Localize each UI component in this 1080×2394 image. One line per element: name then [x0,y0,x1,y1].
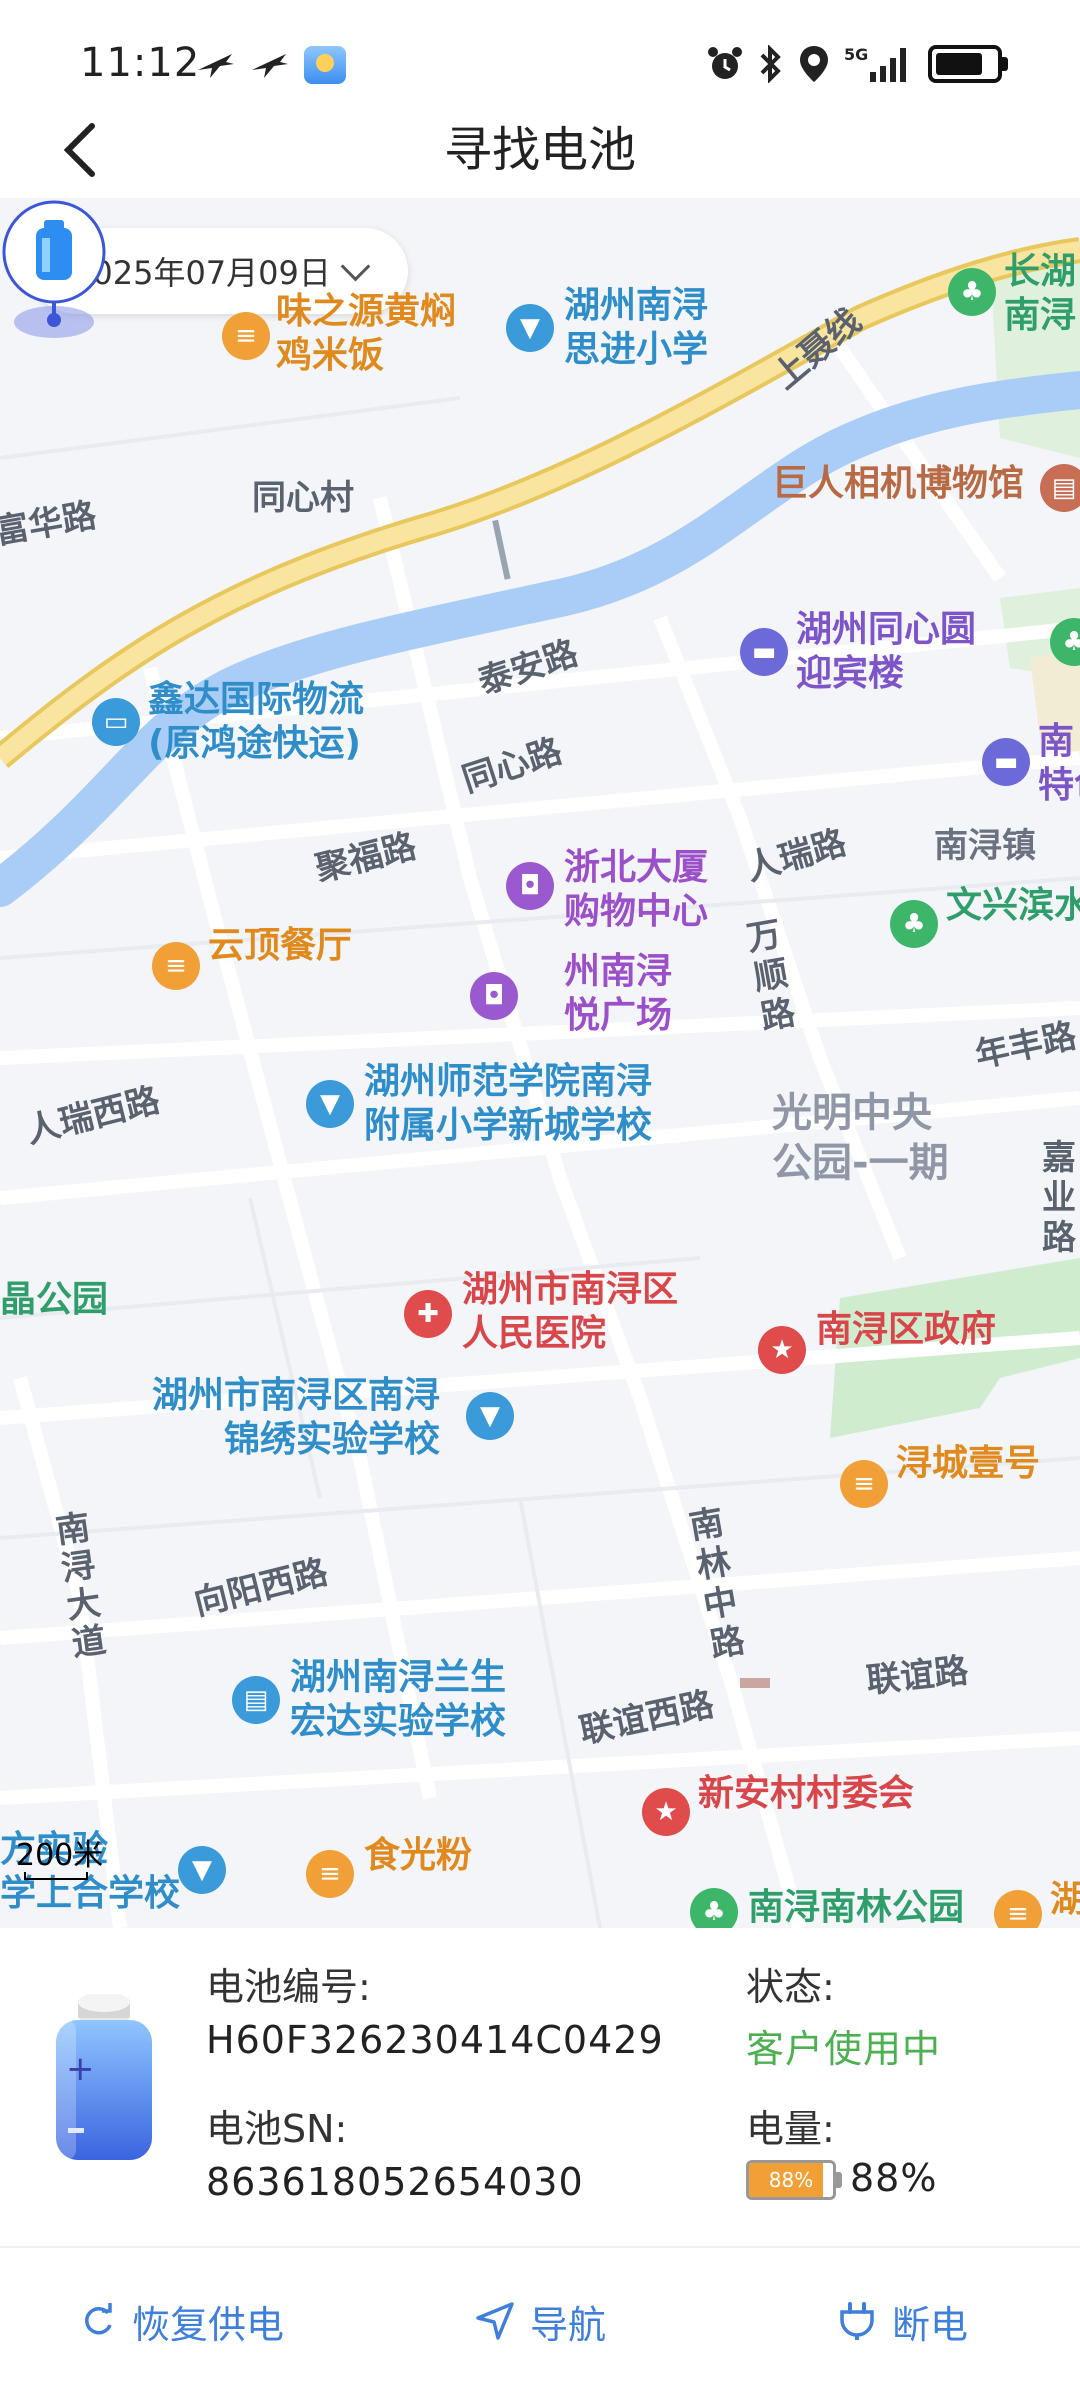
restore-power-label: 恢复供电 [132,2302,285,2347]
status-time: 11:12 [80,40,201,86]
cut-power-label: 断电 [892,2302,969,2347]
airplane-icon [198,54,234,78]
status-value: 客户使用中 [746,2027,942,2071]
cut-power-button[interactable]: 断电 [836,2248,968,2394]
status-bar: 11:12 5G [0,0,1080,120]
charge-level-badge: 88% [768,2168,814,2192]
place-label: 南浔镇 [934,826,1036,866]
shop-pin-icon[interactable]: ▤ [1040,464,1080,512]
battery-sn-value: 863618052654030 [206,2160,584,2204]
poi-label[interactable]: 湖州南浔兰生 宏达实验学校 [290,1656,506,1744]
government-pin-icon[interactable]: ★ [758,1326,806,1374]
battery-icon [928,45,1008,83]
shopping-pin-icon[interactable]: ◘ [506,862,554,910]
restore-power-button[interactable]: 恢复供电 [78,2248,284,2394]
park-label: 光明中央 公园-一期 [772,1090,949,1186]
poi-label[interactable]: 食光粉 [364,1834,472,1878]
battery-sn-label: 电池SN: [206,2107,348,2151]
bluetooth-icon [760,45,781,83]
poi-label[interactable]: 州南浔 悦广场 [564,950,672,1038]
logistics-pin-icon[interactable]: ▭ [92,698,140,746]
weather-app-icon [304,46,346,84]
battery-info-panel: + 电池编号: H60F326230414C0429 电池SN: 8636180… [0,1928,1080,2246]
hotel-pin-icon[interactable]: ▬ [982,738,1030,786]
location-icon [800,46,828,82]
poi-label[interactable]: 湖州南浔 思进小学 [564,284,708,372]
bottom-action-bar: 恢复供电 导航 断电 [0,2246,1080,2394]
plug-icon [840,2302,874,2340]
poi-label[interactable]: 浔城壹号 [896,1442,1040,1486]
poi-label[interactable]: 湖州市南浔区南浔 锦绣实验学校 [152,1374,440,1462]
chevron-down-icon [340,251,371,281]
navigate-button[interactable]: 导航 [474,2248,606,2394]
poi-label[interactable]: 南浔南林公园 [748,1886,964,1928]
poi-label[interactable]: 巨人相机博物馆 [772,462,1024,506]
restaurant-pin-icon[interactable]: ≡ [306,1850,354,1898]
poi-label[interactable]: 湖 [1050,1878,1080,1922]
poi-label[interactable]: 味之源黄焖 鸡米饭 [276,290,456,378]
svg-text:5G: 5G [844,45,868,64]
poi-label[interactable]: 晶公园 [0,1278,108,1322]
charge-level-bar: 88% [746,2160,836,2200]
poi-label[interactable]: 南 特色 [1038,720,1080,808]
alarm-icon [708,47,742,79]
poi-label[interactable]: 鑫达国际物流 (原鸿途快运) [148,678,364,766]
school-pin-icon[interactable]: ▤ [232,1676,280,1724]
poi-label[interactable]: 新安村村委会 [698,1772,914,1816]
battery-number-value: H60F326230414C0429 [206,2018,664,2062]
charge-level-cap [836,2172,842,2188]
page-title: 寻找电池 [443,122,636,178]
school-pin-icon[interactable]: ▼ [466,1392,514,1440]
school-pin-icon[interactable]: ▼ [506,304,554,352]
charge-value: 88% [850,2156,938,2200]
poi-label[interactable]: 南浔区政府 [816,1308,996,1352]
park-pin-icon[interactable]: ♣ [690,1888,738,1928]
school-pin-icon[interactable]: ▼ [178,1846,226,1894]
school-pin-icon[interactable]: ▼ [306,1080,354,1128]
poi-label[interactable]: 文兴滨水 [946,884,1080,928]
battery-number-label: 电池编号: [206,1965,371,2009]
shopping-pin-icon[interactable]: ◘ [470,972,518,1020]
status-label: 状态: [746,1965,835,2009]
poi-label[interactable]: 云顶餐厅 [208,924,352,968]
map-scale-label: 200米 [16,1838,104,1873]
road-label: 嘉 业 路 [1042,1138,1076,1258]
hotel-pin-icon[interactable]: ▬ [740,628,788,676]
hospital-pin-icon[interactable]: ✚ [404,1290,452,1338]
refresh-icon [85,2303,112,2335]
page-header: 寻找电池 [0,110,1080,200]
battery-icon: + [56,1994,152,2160]
poi-label[interactable]: 湖州市南浔区 人民医院 [462,1268,678,1356]
park-pin-icon[interactable]: ♣ [890,900,938,948]
poi-label[interactable]: 浙北大厦 购物中心 [564,846,708,934]
navigate-label: 导航 [530,2302,607,2347]
restaurant-pin-icon[interactable]: ≡ [152,942,200,990]
charge-label: 电量: [746,2107,835,2151]
poi-label[interactable]: 湖州师范学院南浔 附属小学新城学校 [364,1060,652,1148]
svg-text:+: + [66,2049,95,2089]
battery-location-marker[interactable] [0,198,108,348]
map-view[interactable]: 2025年07月09日 ≡ 味之源黄焖 鸡米饭 ▼ 湖州南浔 思进小学 ♣ 长湖… [0,198,1080,1928]
navigation-arrow-icon [476,2302,514,2340]
airplane-icon [252,54,288,78]
village-pin-icon[interactable]: ★ [642,1788,690,1836]
map-scale-bar [24,1872,88,1880]
park-pin-icon[interactable]: ♣ [948,268,996,316]
restaurant-pin-icon[interactable]: ≡ [840,1460,888,1508]
road-label: 同心村 [252,478,354,518]
signal-5g-icon: 5G [844,45,906,82]
date-selector-label: 2025年07月09日 [72,254,331,292]
poi-label[interactable]: 长湖 南浔 [1004,250,1076,338]
poi-label[interactable]: 湖州同心圆 迎宾楼 [796,608,976,696]
restaurant-pin-icon[interactable]: ≡ [222,312,270,360]
